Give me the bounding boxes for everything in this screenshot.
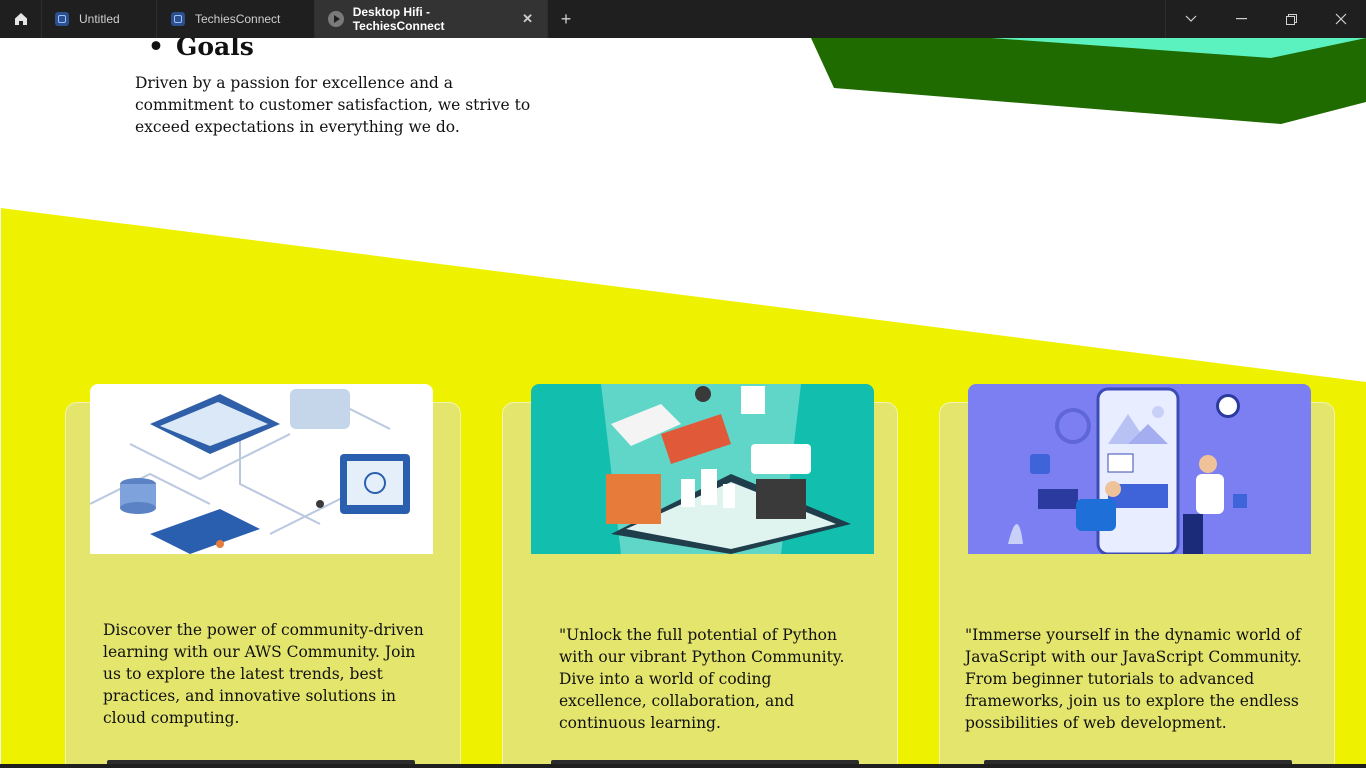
aws-card-description: Discover the power of community-driven l…	[103, 621, 424, 727]
figma-file-icon	[171, 12, 185, 26]
goals-description: Driven by a passion for excellence and a…	[135, 74, 531, 136]
figma-file-icon	[55, 12, 69, 26]
tabs-dropdown-button[interactable]	[1166, 0, 1216, 38]
tab-label: Desktop Hifi - TechiesConnect	[352, 5, 445, 33]
prototype-play-icon	[328, 11, 344, 27]
minimize-icon	[1235, 18, 1247, 20]
window-bottom-edge	[0, 764, 1366, 768]
restore-button[interactable]	[1266, 0, 1316, 38]
restore-icon	[1285, 13, 1297, 25]
home-icon	[14, 13, 27, 25]
close-window-button[interactable]	[1316, 0, 1366, 38]
javascript-community-image	[968, 384, 1311, 554]
chevron-down-icon	[1185, 15, 1197, 22]
close-icon	[1335, 13, 1347, 25]
python-community-image	[531, 384, 874, 554]
aws-community-image	[90, 384, 433, 554]
close-tab-button[interactable]: ✕	[522, 11, 533, 27]
goals-heading: Goals	[148, 38, 254, 61]
tab-untitled[interactable]: Untitled	[41, 0, 157, 38]
tab-label: TechiesConnect	[195, 12, 281, 26]
prototype-canvas: Goals Driven by a passion for excellence…	[1, 38, 1366, 768]
home-button[interactable]	[0, 0, 42, 38]
tab-techiesconnect[interactable]: TechiesConnect	[157, 0, 315, 38]
tab-desktop-hifi[interactable]: Desktop Hifi - TechiesConnect ✕	[315, 0, 548, 38]
javascript-card-description: "Immerse yourself in the dynamic world o…	[965, 626, 1302, 732]
browser-title-bar: Untitled TechiesConnect Desktop Hifi - T…	[0, 0, 1366, 38]
new-tab-button[interactable]: +	[553, 0, 579, 38]
tab-label: Untitled	[79, 12, 120, 26]
python-card-description: "Unlock the full potential of Python wit…	[559, 626, 845, 732]
minimize-button[interactable]	[1216, 0, 1266, 38]
